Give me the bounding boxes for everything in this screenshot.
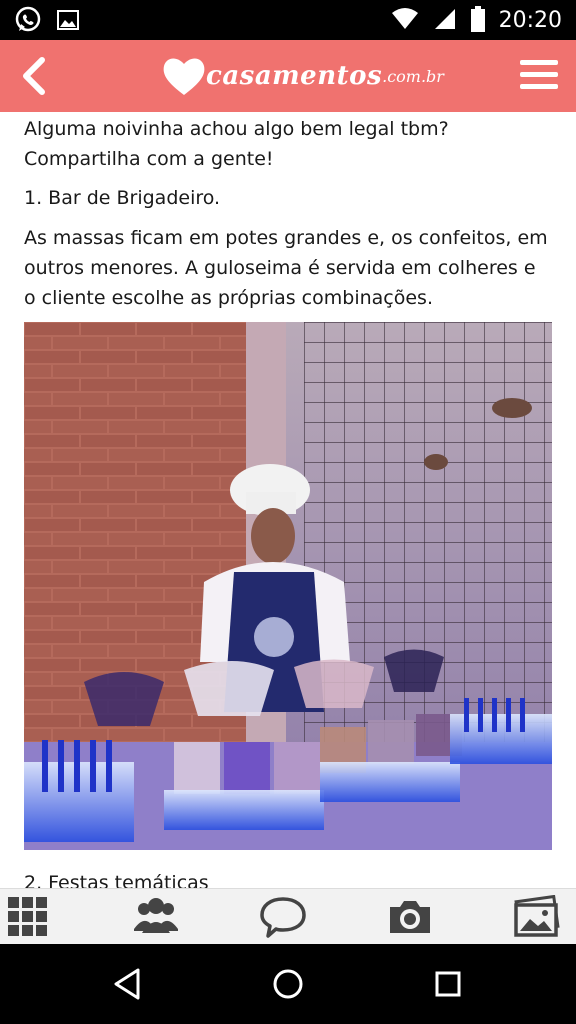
logo-suffix: .com.br: [382, 66, 444, 86]
chevron-left-icon: [23, 57, 45, 95]
back-button[interactable]: [14, 54, 58, 98]
signal-icon: [433, 7, 457, 35]
clock: 20:20: [498, 8, 562, 33]
brigadeiro-bar-photo[interactable]: [24, 322, 552, 850]
grid-button[interactable]: [6, 895, 52, 939]
bottom-toolbar: [0, 888, 576, 945]
photos-icon: [514, 894, 560, 937]
community-button[interactable]: [130, 895, 182, 939]
system-nav-bar: [0, 944, 576, 1024]
status-bar: 20:20: [0, 0, 576, 40]
camera-button[interactable]: [386, 895, 434, 939]
article-heading: 1. Bar de Brigadeiro.: [24, 187, 221, 209]
battery-icon: [470, 6, 485, 36]
site-logo[interactable]: casamentos .com.br: [162, 46, 444, 106]
hamburger-icon: [520, 60, 558, 89]
chat-icon: [260, 897, 306, 938]
wifi-icon: [391, 7, 419, 35]
app-header: casamentos .com.br: [0, 40, 576, 112]
menu-button[interactable]: [518, 54, 560, 96]
grid-icon: [8, 897, 47, 936]
logo-text: casamentos: [206, 61, 383, 91]
nav-back-button[interactable]: [108, 964, 148, 1004]
article-paragraph: As massas ficam em potes grandes e, os c…: [24, 227, 548, 309]
camera-icon: [390, 901, 430, 933]
back-nav-icon: [114, 968, 140, 1000]
gallery-icon: [56, 8, 80, 36]
heart-icon: [163, 58, 205, 95]
chat-button[interactable]: [260, 895, 306, 939]
community-icon: [134, 898, 178, 933]
whatsapp-icon: [14, 6, 42, 38]
article-paragraph: Alguma noivinha achou algo bem legal tbm…: [24, 118, 449, 170]
recents-nav-icon: [435, 971, 461, 997]
article-heading: 2. Festas temáticas: [24, 872, 209, 888]
photos-button[interactable]: [512, 894, 562, 939]
nav-recents-button[interactable]: [428, 964, 468, 1004]
home-nav-icon: [273, 969, 303, 999]
nav-home-button[interactable]: [268, 964, 308, 1004]
article-body: Alguma noivinha achou algo bem legal tbm…: [24, 112, 552, 888]
